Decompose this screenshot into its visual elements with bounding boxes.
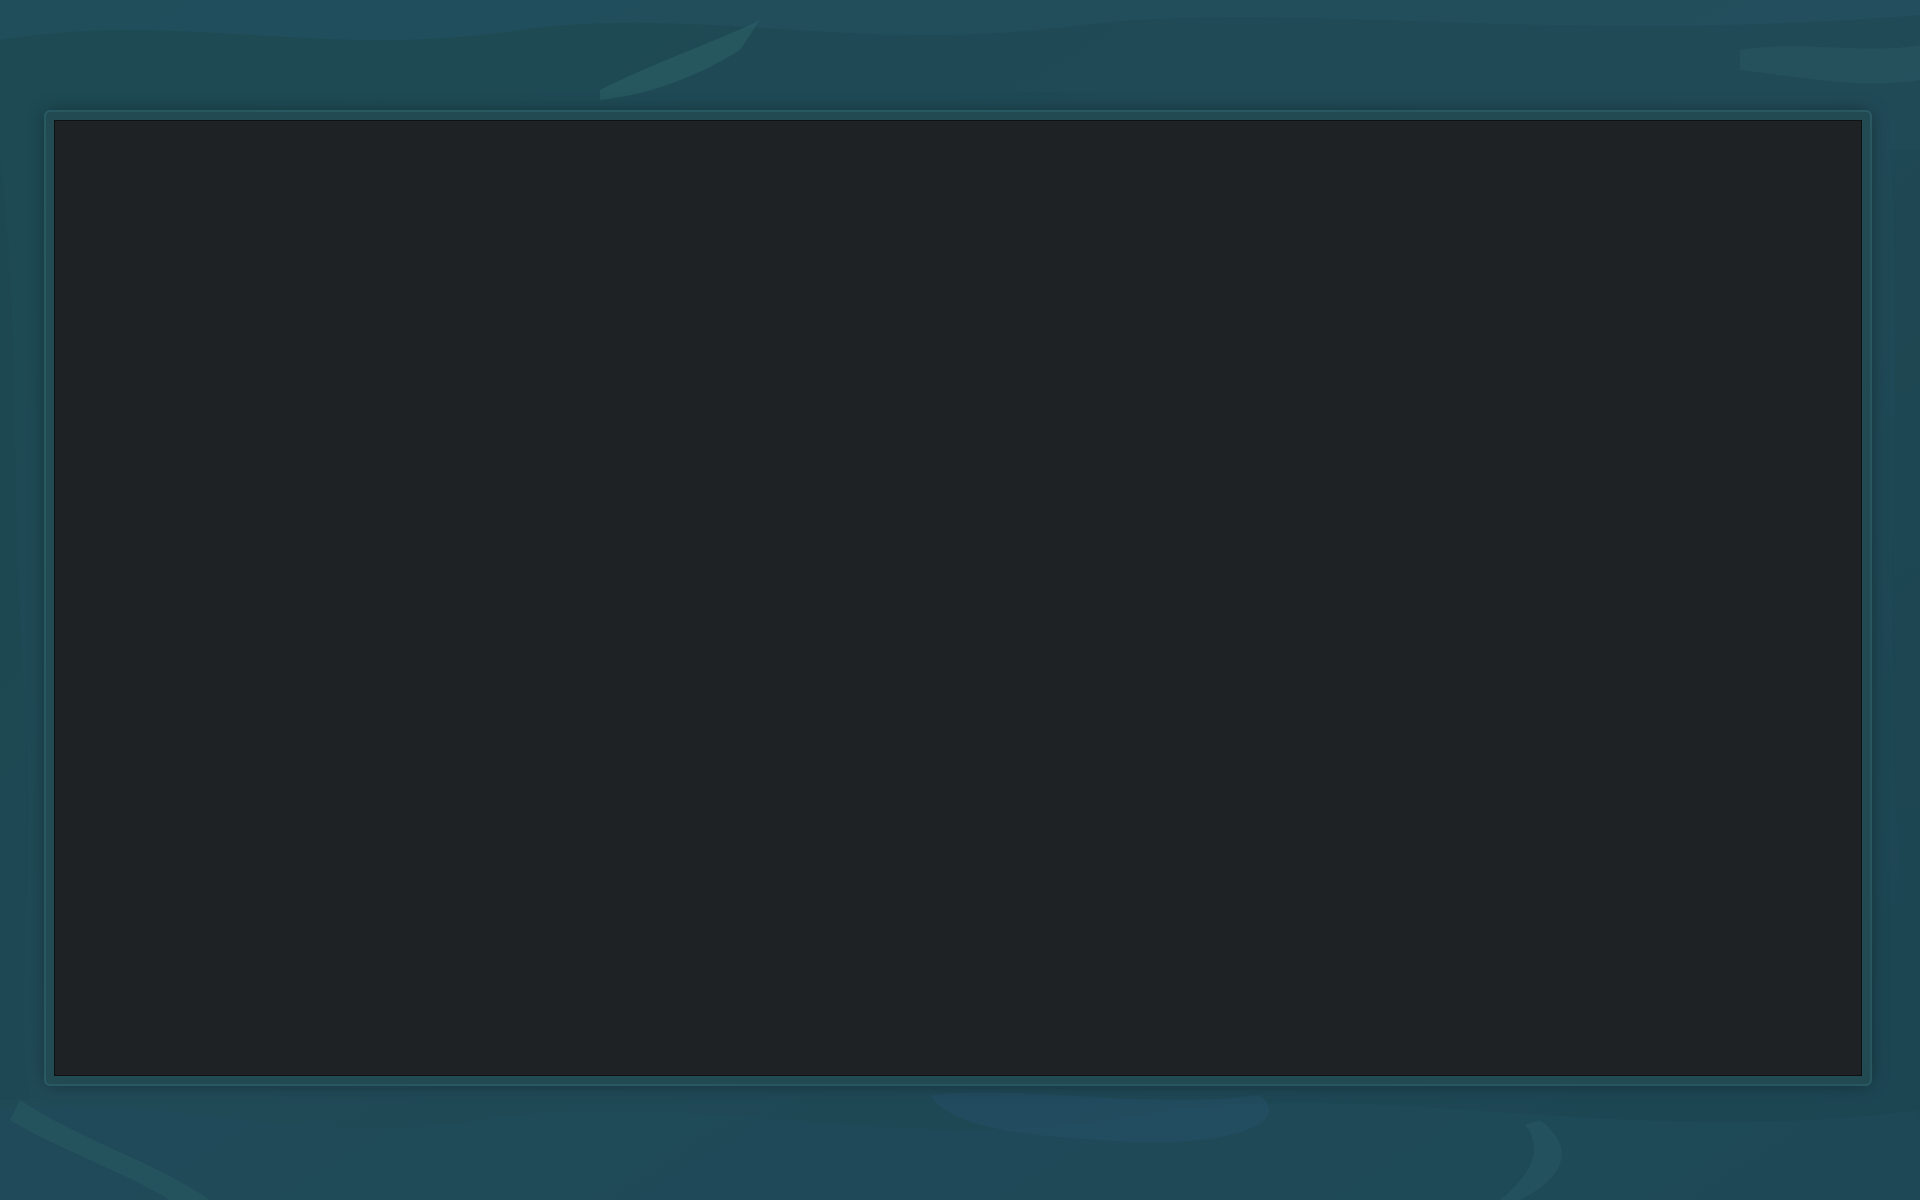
app-screen [54,120,1862,1076]
app-window-frame [46,112,1870,1084]
